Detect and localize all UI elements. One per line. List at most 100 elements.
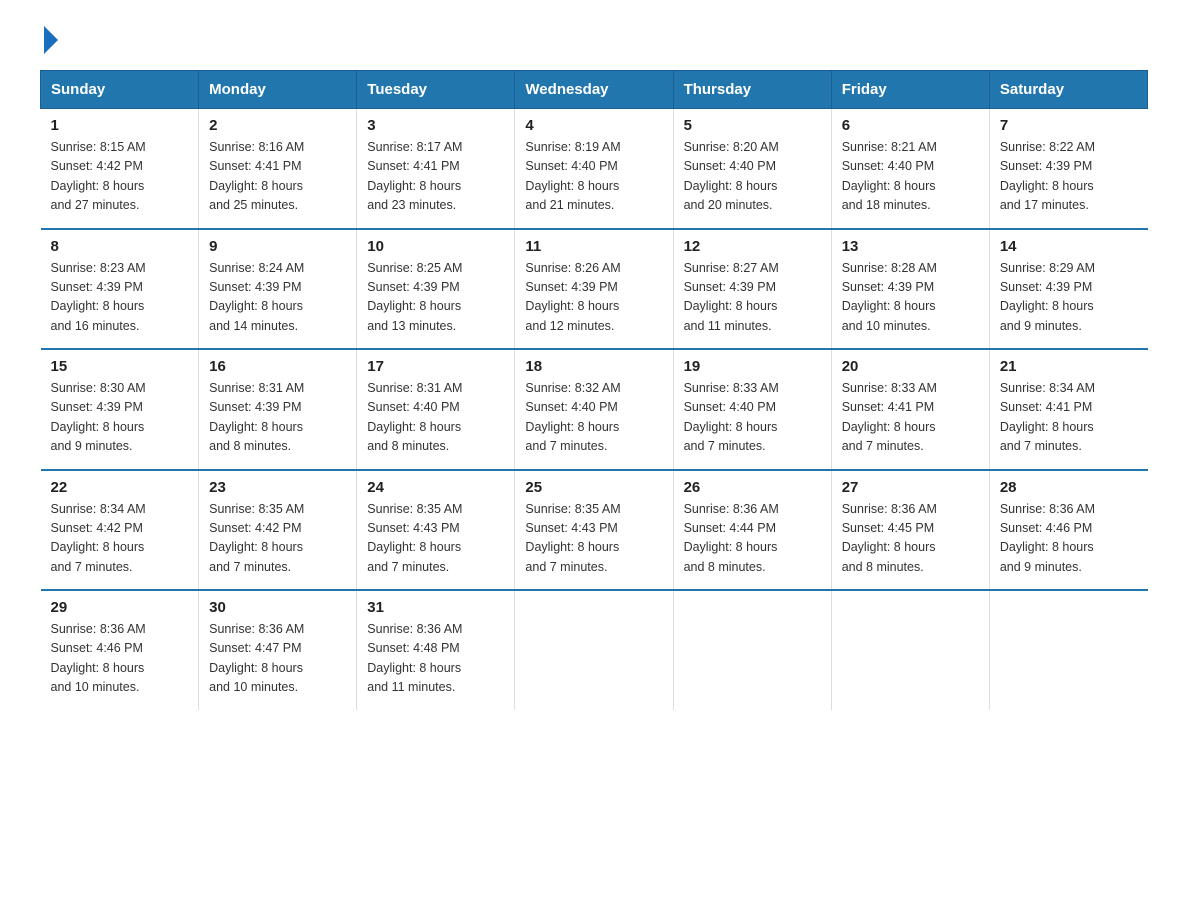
day-info: Sunrise: 8:36 AM Sunset: 4:46 PM Dayligh…: [51, 620, 189, 698]
day-info: Sunrise: 8:23 AM Sunset: 4:39 PM Dayligh…: [51, 259, 189, 337]
day-number: 22: [51, 479, 189, 496]
day-info: Sunrise: 8:15 AM Sunset: 4:42 PM Dayligh…: [51, 138, 189, 216]
day-number: 17: [367, 358, 504, 375]
day-info: Sunrise: 8:33 AM Sunset: 4:40 PM Dayligh…: [684, 379, 821, 457]
day-cell: 25 Sunrise: 8:35 AM Sunset: 4:43 PM Dayl…: [515, 470, 673, 591]
day-cell: 31 Sunrise: 8:36 AM Sunset: 4:48 PM Dayl…: [357, 590, 515, 710]
day-cell: 13 Sunrise: 8:28 AM Sunset: 4:39 PM Dayl…: [831, 229, 989, 350]
day-cell: 10 Sunrise: 8:25 AM Sunset: 4:39 PM Dayl…: [357, 229, 515, 350]
calendar-body: 1 Sunrise: 8:15 AM Sunset: 4:42 PM Dayli…: [41, 109, 1148, 710]
day-info: Sunrise: 8:20 AM Sunset: 4:40 PM Dayligh…: [684, 138, 821, 216]
day-number: 15: [51, 358, 189, 375]
calendar-header: SundayMondayTuesdayWednesdayThursdayFrid…: [41, 71, 1148, 109]
logo: [40, 30, 58, 50]
day-number: 25: [525, 479, 662, 496]
day-number: 16: [209, 358, 346, 375]
day-info: Sunrise: 8:22 AM Sunset: 4:39 PM Dayligh…: [1000, 138, 1138, 216]
week-row-5: 29 Sunrise: 8:36 AM Sunset: 4:46 PM Dayl…: [41, 590, 1148, 710]
day-info: Sunrise: 8:36 AM Sunset: 4:47 PM Dayligh…: [209, 620, 346, 698]
day-cell: [515, 590, 673, 710]
day-cell: 7 Sunrise: 8:22 AM Sunset: 4:39 PM Dayli…: [989, 109, 1147, 229]
day-info: Sunrise: 8:31 AM Sunset: 4:40 PM Dayligh…: [367, 379, 504, 457]
day-cell: 14 Sunrise: 8:29 AM Sunset: 4:39 PM Dayl…: [989, 229, 1147, 350]
day-cell: 26 Sunrise: 8:36 AM Sunset: 4:44 PM Dayl…: [673, 470, 831, 591]
day-cell: 2 Sunrise: 8:16 AM Sunset: 4:41 PM Dayli…: [199, 109, 357, 229]
day-info: Sunrise: 8:17 AM Sunset: 4:41 PM Dayligh…: [367, 138, 504, 216]
day-cell: 12 Sunrise: 8:27 AM Sunset: 4:39 PM Dayl…: [673, 229, 831, 350]
day-number: 12: [684, 238, 821, 255]
header-cell-thursday: Thursday: [673, 71, 831, 109]
day-number: 28: [1000, 479, 1138, 496]
day-info: Sunrise: 8:30 AM Sunset: 4:39 PM Dayligh…: [51, 379, 189, 457]
day-cell: [831, 590, 989, 710]
day-info: Sunrise: 8:33 AM Sunset: 4:41 PM Dayligh…: [842, 379, 979, 457]
week-row-3: 15 Sunrise: 8:30 AM Sunset: 4:39 PM Dayl…: [41, 349, 1148, 470]
day-info: Sunrise: 8:35 AM Sunset: 4:43 PM Dayligh…: [525, 500, 662, 578]
day-info: Sunrise: 8:27 AM Sunset: 4:39 PM Dayligh…: [684, 259, 821, 337]
day-info: Sunrise: 8:25 AM Sunset: 4:39 PM Dayligh…: [367, 259, 504, 337]
day-number: 1: [51, 117, 189, 134]
calendar-table: SundayMondayTuesdayWednesdayThursdayFrid…: [40, 70, 1148, 710]
day-number: 20: [842, 358, 979, 375]
day-info: Sunrise: 8:29 AM Sunset: 4:39 PM Dayligh…: [1000, 259, 1138, 337]
day-cell: 11 Sunrise: 8:26 AM Sunset: 4:39 PM Dayl…: [515, 229, 673, 350]
day-cell: 17 Sunrise: 8:31 AM Sunset: 4:40 PM Dayl…: [357, 349, 515, 470]
day-info: Sunrise: 8:21 AM Sunset: 4:40 PM Dayligh…: [842, 138, 979, 216]
day-number: 7: [1000, 117, 1138, 134]
day-number: 21: [1000, 358, 1138, 375]
day-cell: 16 Sunrise: 8:31 AM Sunset: 4:39 PM Dayl…: [199, 349, 357, 470]
day-number: 26: [684, 479, 821, 496]
header-cell-friday: Friday: [831, 71, 989, 109]
day-number: 10: [367, 238, 504, 255]
day-cell: 29 Sunrise: 8:36 AM Sunset: 4:46 PM Dayl…: [41, 590, 199, 710]
day-info: Sunrise: 8:19 AM Sunset: 4:40 PM Dayligh…: [525, 138, 662, 216]
day-cell: 23 Sunrise: 8:35 AM Sunset: 4:42 PM Dayl…: [199, 470, 357, 591]
day-cell: 22 Sunrise: 8:34 AM Sunset: 4:42 PM Dayl…: [41, 470, 199, 591]
day-number: 9: [209, 238, 346, 255]
day-info: Sunrise: 8:26 AM Sunset: 4:39 PM Dayligh…: [525, 259, 662, 337]
day-info: Sunrise: 8:31 AM Sunset: 4:39 PM Dayligh…: [209, 379, 346, 457]
day-info: Sunrise: 8:34 AM Sunset: 4:41 PM Dayligh…: [1000, 379, 1138, 457]
day-number: 30: [209, 599, 346, 616]
logo-general: [40, 30, 58, 54]
day-cell: [673, 590, 831, 710]
day-number: 19: [684, 358, 821, 375]
day-cell: 28 Sunrise: 8:36 AM Sunset: 4:46 PM Dayl…: [989, 470, 1147, 591]
day-number: 8: [51, 238, 189, 255]
day-info: Sunrise: 8:28 AM Sunset: 4:39 PM Dayligh…: [842, 259, 979, 337]
day-info: Sunrise: 8:16 AM Sunset: 4:41 PM Dayligh…: [209, 138, 346, 216]
day-cell: 15 Sunrise: 8:30 AM Sunset: 4:39 PM Dayl…: [41, 349, 199, 470]
day-cell: [989, 590, 1147, 710]
day-cell: 3 Sunrise: 8:17 AM Sunset: 4:41 PM Dayli…: [357, 109, 515, 229]
day-number: 5: [684, 117, 821, 134]
day-info: Sunrise: 8:36 AM Sunset: 4:44 PM Dayligh…: [684, 500, 821, 578]
header-row: SundayMondayTuesdayWednesdayThursdayFrid…: [41, 71, 1148, 109]
day-cell: 24 Sunrise: 8:35 AM Sunset: 4:43 PM Dayl…: [357, 470, 515, 591]
day-number: 18: [525, 358, 662, 375]
day-info: Sunrise: 8:34 AM Sunset: 4:42 PM Dayligh…: [51, 500, 189, 578]
week-row-2: 8 Sunrise: 8:23 AM Sunset: 4:39 PM Dayli…: [41, 229, 1148, 350]
day-number: 24: [367, 479, 504, 496]
day-info: Sunrise: 8:24 AM Sunset: 4:39 PM Dayligh…: [209, 259, 346, 337]
header-cell-tuesday: Tuesday: [357, 71, 515, 109]
day-info: Sunrise: 8:35 AM Sunset: 4:42 PM Dayligh…: [209, 500, 346, 578]
day-cell: 19 Sunrise: 8:33 AM Sunset: 4:40 PM Dayl…: [673, 349, 831, 470]
day-cell: 20 Sunrise: 8:33 AM Sunset: 4:41 PM Dayl…: [831, 349, 989, 470]
day-cell: 18 Sunrise: 8:32 AM Sunset: 4:40 PM Dayl…: [515, 349, 673, 470]
day-number: 4: [525, 117, 662, 134]
day-cell: 5 Sunrise: 8:20 AM Sunset: 4:40 PM Dayli…: [673, 109, 831, 229]
header-cell-monday: Monday: [199, 71, 357, 109]
day-number: 11: [525, 238, 662, 255]
day-number: 31: [367, 599, 504, 616]
day-info: Sunrise: 8:32 AM Sunset: 4:40 PM Dayligh…: [525, 379, 662, 457]
logo-arrow-icon: [44, 26, 58, 54]
day-cell: 27 Sunrise: 8:36 AM Sunset: 4:45 PM Dayl…: [831, 470, 989, 591]
day-cell: 4 Sunrise: 8:19 AM Sunset: 4:40 PM Dayli…: [515, 109, 673, 229]
day-info: Sunrise: 8:35 AM Sunset: 4:43 PM Dayligh…: [367, 500, 504, 578]
day-number: 14: [1000, 238, 1138, 255]
day-number: 13: [842, 238, 979, 255]
header-cell-saturday: Saturday: [989, 71, 1147, 109]
header-cell-wednesday: Wednesday: [515, 71, 673, 109]
day-cell: 30 Sunrise: 8:36 AM Sunset: 4:47 PM Dayl…: [199, 590, 357, 710]
week-row-1: 1 Sunrise: 8:15 AM Sunset: 4:42 PM Dayli…: [41, 109, 1148, 229]
